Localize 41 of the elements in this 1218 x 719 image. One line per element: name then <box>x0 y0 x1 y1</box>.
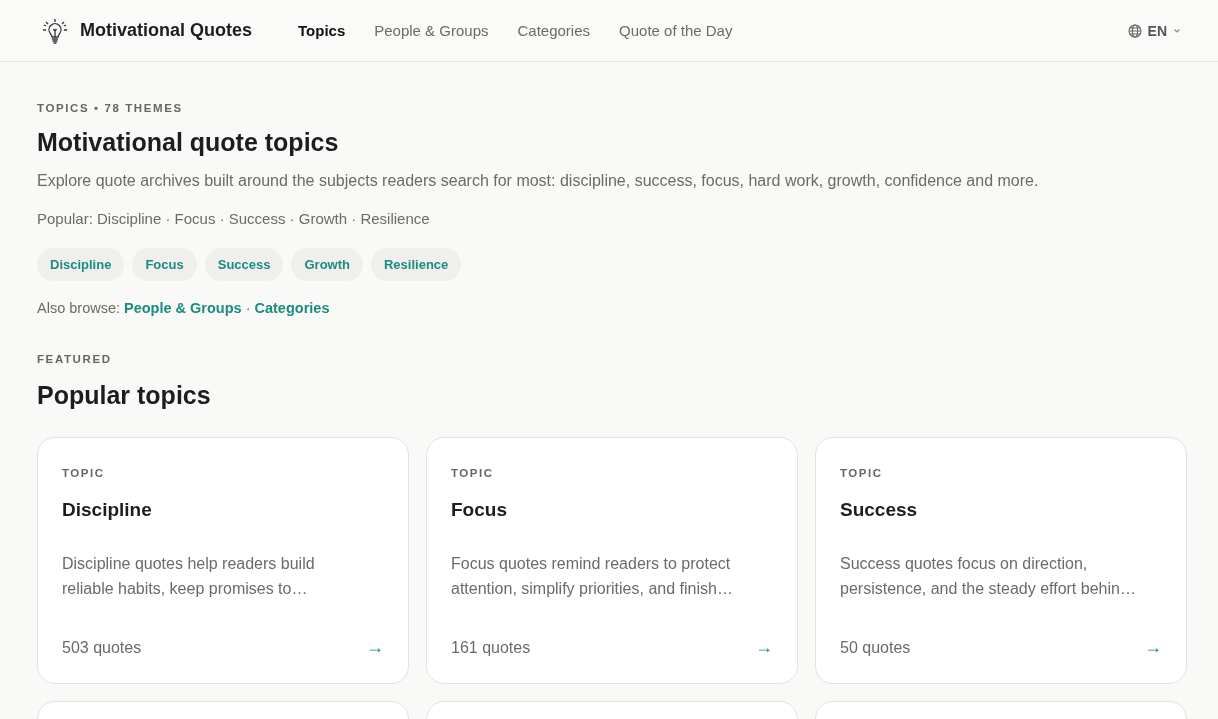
card-title: Discipline <box>62 498 153 522</box>
page-description: Explore quote archives built around the subjects readers search for most: discipline, success, focus, hard work, growth, confidence and more. <box>37 171 1040 191</box>
browse-link[interactable]: People & Groups <box>124 298 242 318</box>
nav-link[interactable]: Categories <box>517 22 591 39</box>
topic-chip[interactable]: Resilience <box>371 248 462 281</box>
card-description: Discipline quotes help readers build reliable habits, keep promises to… <box>62 554 316 599</box>
section-eyebrow: FEATURED <box>37 352 113 367</box>
arrow-icon: → <box>1144 637 1162 658</box>
card-eyebrow: TOPIC <box>451 466 495 481</box>
topic-card[interactable]: TOPIC Focus Focus quotes remind readers to protect attention, simplify priorities, and finish… 161 quotes → <box>426 437 798 684</box>
globe-icon <box>1127 23 1142 38</box>
topic-card[interactable]: TOPIC Discipline Discipline quotes help readers build reliable habits, keep promises to… 503 quotes → <box>37 437 409 684</box>
card-description: Focus quotes remind readers to protect attention, simplify priorities, and finish… <box>451 554 734 599</box>
section-eyebrow: TOPICS • 78 THEMES <box>37 101 184 116</box>
card-title: Focus <box>451 498 508 522</box>
topic-chip[interactable]: Growth <box>291 248 363 281</box>
language-selector[interactable]: EN <box>1127 22 1181 39</box>
topic-chip[interactable]: Discipline <box>37 248 125 281</box>
page-title: Motivational quote topics <box>37 127 340 158</box>
card-eyebrow: TOPIC <box>840 466 884 481</box>
quote-count: 50 quotes <box>840 638 911 657</box>
separator-dot: · <box>245 299 251 318</box>
topic-card[interactable]: TOPIC Success Success quotes focus on direction, persistence, and the steady effort behin… 50 quotes → <box>815 437 1187 684</box>
arrow-icon: → <box>366 637 384 658</box>
browse-link[interactable]: Categories <box>254 298 330 318</box>
nav-link[interactable]: People & Groups <box>374 22 489 39</box>
nav-link[interactable]: Topics <box>298 22 346 39</box>
nav-link[interactable]: Quote of the Day <box>619 22 733 39</box>
card-eyebrow: TOPIC <box>62 466 106 481</box>
quote-count: 503 quotes <box>62 638 142 657</box>
topic-chip[interactable]: Success <box>204 248 284 281</box>
arrow-icon: → <box>755 637 773 658</box>
site-title[interactable]: Motivational Quotes <box>80 20 252 41</box>
caret-icon <box>1173 27 1181 34</box>
browse-label: Also browse: <box>37 299 120 318</box>
card-title: Success <box>840 498 919 522</box>
section-title: Popular topics <box>37 380 212 411</box>
popular-topics-text: Popular: Discipline · Focus · Success · Growth · Resilience <box>37 209 431 229</box>
topic-chip[interactable]: Focus <box>132 248 197 281</box>
card-description: Success quotes focus on direction, persistence, and the steady effort behin… <box>840 554 1137 599</box>
quote-count: 161 quotes <box>451 638 531 657</box>
